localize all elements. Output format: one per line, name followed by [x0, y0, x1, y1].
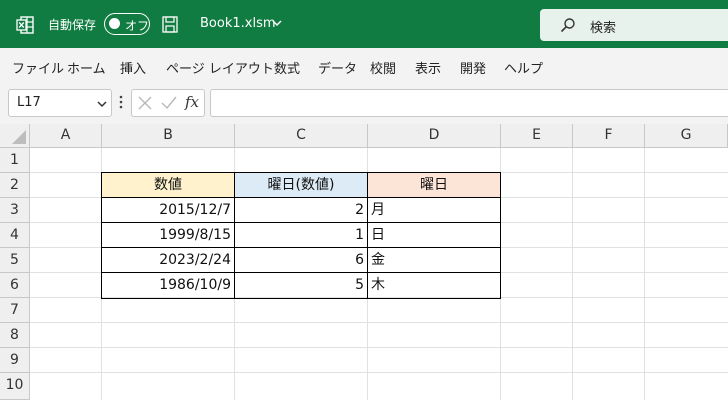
spreadsheet-grid[interactable]: A B C D E F G 1 2 3 4 5 6 7 8 9 10 数値 曜日…	[0, 124, 728, 400]
formula-buttons: fx	[131, 89, 205, 117]
row-header-6[interactable]: 6	[0, 273, 30, 298]
autosave-toggle[interactable]: オフ	[104, 13, 150, 35]
table-border	[101, 298, 501, 299]
cell-d4[interactable]: 日	[368, 223, 500, 248]
row-header-9[interactable]: 9	[0, 348, 30, 373]
gridline	[30, 322, 728, 323]
tab-help[interactable]: ヘルプ	[504, 58, 543, 77]
cancel-icon[interactable]	[138, 96, 152, 110]
tab-home[interactable]: ホーム	[67, 58, 106, 77]
cell-c3[interactable]: 2	[235, 198, 367, 223]
search-box[interactable]: 検索	[540, 9, 728, 41]
tab-review[interactable]: 校閲	[370, 58, 396, 77]
save-icon[interactable]	[162, 16, 178, 33]
row-header-3[interactable]: 3	[0, 198, 30, 223]
select-all-triangle-icon	[12, 130, 26, 144]
cell-c4[interactable]: 1	[235, 223, 367, 248]
cell-c5[interactable]: 6	[235, 248, 367, 273]
column-header-c[interactable]: C	[235, 124, 368, 148]
name-box[interactable]: L17	[8, 89, 112, 117]
cell-b4[interactable]: 1999/8/15	[102, 223, 234, 248]
file-name[interactable]: Book1.xlsm	[200, 16, 276, 31]
row-header-10[interactable]: 10	[0, 373, 30, 400]
title-bar: 自動保存 オフ Book1.xlsm 検索	[0, 0, 728, 48]
select-all-button[interactable]	[0, 124, 30, 148]
formula-bar: L17 fx	[0, 84, 728, 124]
gridline	[30, 372, 728, 373]
toggle-knob	[109, 18, 120, 29]
cell-b3[interactable]: 2015/12/7	[102, 198, 234, 223]
more-options-icon[interactable]	[118, 95, 124, 109]
tab-page-layout[interactable]: ページ レイアウト	[166, 58, 274, 77]
formula-input[interactable]	[210, 89, 728, 117]
column-header-d[interactable]: D	[368, 124, 501, 148]
cell-b6[interactable]: 1986/10/9	[102, 273, 234, 298]
chevron-down-icon[interactable]	[97, 100, 107, 108]
table-border	[101, 222, 501, 223]
ribbon-tabs: ファイル ホーム 挿入 ページ レイアウト 数式 データ 校閲 表示 開発 ヘル…	[0, 48, 728, 84]
cell-b5[interactable]: 2023/2/24	[102, 248, 234, 273]
toggle-state-label: オフ	[125, 19, 150, 33]
tab-file[interactable]: ファイル	[12, 58, 64, 77]
cell-d3[interactable]: 月	[368, 198, 500, 223]
gridline	[572, 148, 573, 400]
cell-c2-header[interactable]: 曜日(数値)	[235, 173, 367, 198]
search-icon	[560, 18, 575, 33]
chevron-down-icon[interactable]	[272, 18, 282, 28]
check-icon[interactable]	[161, 96, 177, 110]
column-header-g[interactable]: G	[645, 124, 728, 148]
name-box-value: L17	[17, 95, 41, 110]
table-border	[101, 197, 501, 198]
tab-data[interactable]: データ	[318, 58, 357, 77]
gridline	[30, 347, 728, 348]
row-header-7[interactable]: 7	[0, 298, 30, 323]
cell-d2-header[interactable]: 曜日	[368, 173, 500, 198]
row-header-2[interactable]: 2	[0, 173, 30, 198]
cell-d6[interactable]: 木	[368, 273, 500, 298]
insert-function-icon[interactable]: fx	[185, 93, 199, 111]
gridline	[644, 148, 645, 400]
tab-view[interactable]: 表示	[415, 58, 441, 77]
cell-b2-header[interactable]: 数値	[102, 173, 234, 198]
table-border	[101, 172, 102, 299]
column-header-f[interactable]: F	[573, 124, 645, 148]
search-placeholder: 検索	[590, 21, 617, 36]
table-border	[234, 172, 235, 299]
table-border	[500, 172, 501, 299]
row-header-4[interactable]: 4	[0, 223, 30, 248]
row-header-8[interactable]: 8	[0, 323, 30, 348]
tab-formulas[interactable]: 数式	[274, 58, 300, 77]
column-header-a[interactable]: A	[30, 124, 102, 148]
row-header-1[interactable]: 1	[0, 148, 30, 173]
autosave-label: 自動保存	[48, 18, 97, 32]
tab-developer[interactable]: 開発	[460, 58, 486, 77]
table-border	[101, 247, 501, 248]
table-border	[101, 172, 501, 173]
column-header-e[interactable]: E	[501, 124, 573, 148]
table-border	[367, 172, 368, 299]
row-header-5[interactable]: 5	[0, 248, 30, 273]
table-border	[101, 272, 501, 273]
tab-insert[interactable]: 挿入	[120, 58, 146, 77]
cell-d5[interactable]: 金	[368, 248, 500, 273]
cell-c6[interactable]: 5	[235, 273, 367, 298]
column-header-b[interactable]: B	[102, 124, 235, 148]
excel-app-icon	[16, 16, 34, 34]
